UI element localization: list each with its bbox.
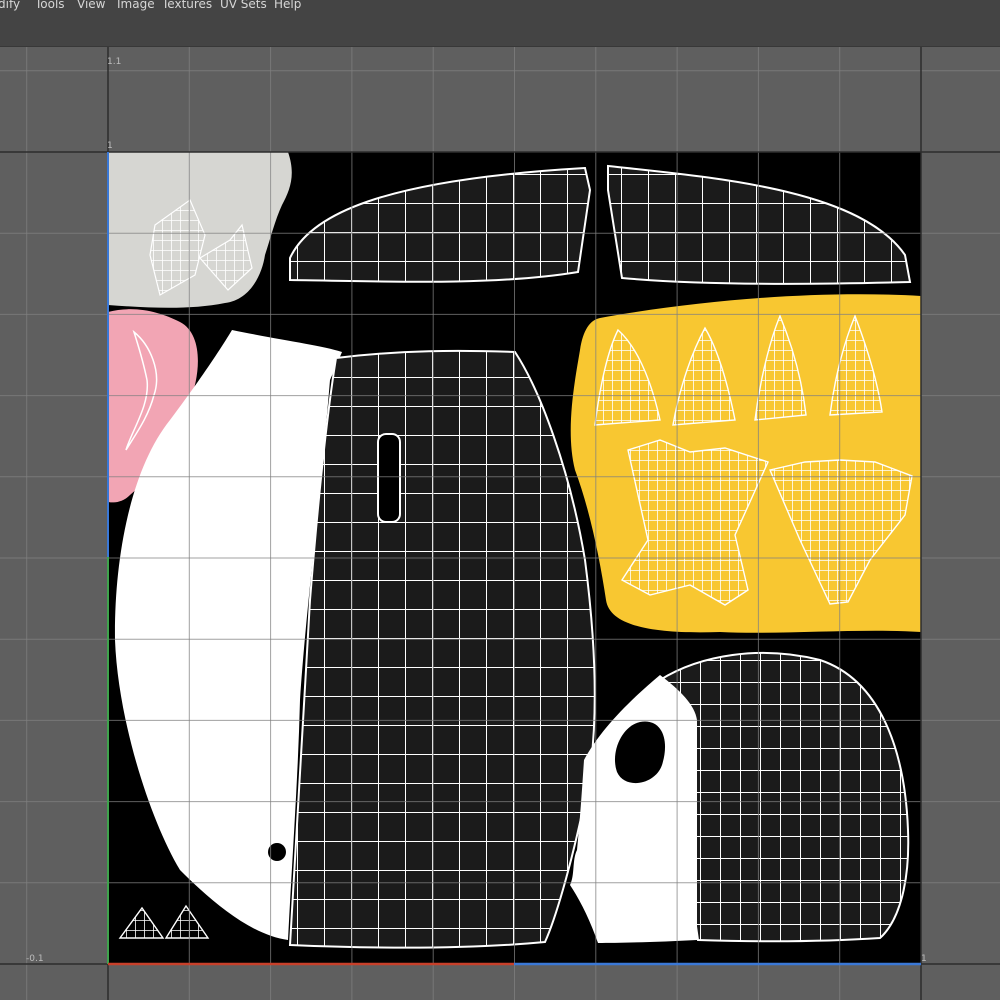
island-dark-body[interactable] bbox=[288, 349, 596, 949]
v-label-1: 1 bbox=[107, 141, 113, 151]
menu-image[interactable]: Image bbox=[117, 0, 155, 11]
menu-help[interactable]: Help bbox=[274, 0, 301, 11]
menu-textures[interactable]: Textures bbox=[162, 0, 212, 11]
uv-canvas[interactable] bbox=[0, 47, 1000, 1000]
island-dark-body-slot bbox=[377, 433, 401, 523]
u-label-neg-0-1: -0.1 bbox=[26, 954, 44, 964]
menu-bar: dify Tools View Image Textures UV Sets H… bbox=[0, 0, 1000, 14]
menu-view[interactable]: View bbox=[77, 0, 105, 11]
v-label-1-1: 1.1 bbox=[107, 57, 122, 67]
uv-editor-viewport[interactable]: 1.1 1 -0.1 1 bbox=[0, 47, 1000, 1000]
menu-tools[interactable]: Tools bbox=[35, 0, 65, 11]
u-label-1: 1 bbox=[921, 954, 927, 964]
menu-modify[interactable]: dify bbox=[0, 0, 20, 11]
toolbar bbox=[0, 14, 1000, 47]
menu-uv-sets[interactable]: UV Sets bbox=[220, 0, 267, 11]
